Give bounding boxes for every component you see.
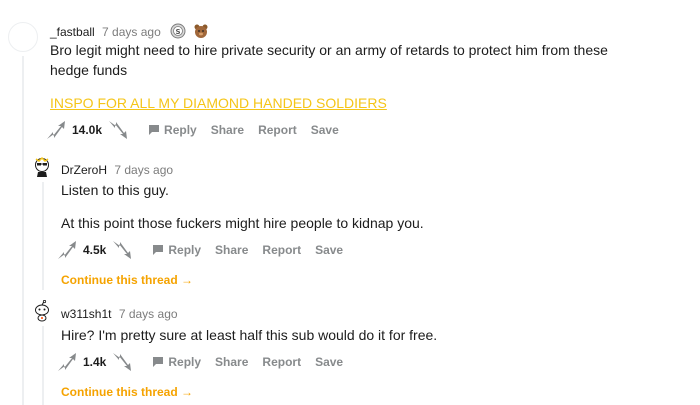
share-label: Share — [210, 123, 245, 137]
save-button[interactable]: Save — [315, 243, 343, 257]
avatar[interactable] — [32, 156, 52, 178]
continue-thread-label: Continue this thread — [61, 385, 178, 399]
reply-button[interactable]: Reply — [152, 243, 201, 257]
comment-body: Bro legit might need to hire private sec… — [50, 42, 608, 58]
timestamp[interactable]: 7 days ago — [102, 25, 161, 39]
downvote-button[interactable] — [110, 350, 134, 374]
reply-button[interactable]: Reply — [148, 123, 197, 137]
username[interactable]: w311sh1t — [61, 307, 111, 321]
upvote-button[interactable] — [55, 238, 79, 262]
save-button[interactable]: Save — [311, 123, 339, 137]
share-button[interactable]: Share — [211, 123, 244, 137]
save-label: Save — [310, 123, 339, 137]
reply-label: Reply — [168, 355, 202, 369]
share-label: Share — [215, 355, 249, 369]
comment-body: Hire? I'm pretty sure at least half this… — [61, 327, 438, 343]
comment-actions: 14.0k Reply Share Report Save — [44, 118, 339, 142]
downvote-button[interactable] — [106, 118, 130, 142]
vote-score: 4.5k — [83, 243, 107, 257]
save-label: Save — [315, 355, 344, 369]
share-button[interactable]: Share — [215, 243, 248, 257]
comment-body-continued: At this point those fuckers might hire p… — [61, 215, 424, 231]
save-button[interactable]: Save — [315, 355, 343, 369]
report-label: Report — [262, 355, 302, 369]
comment-meta: DrZeroH 7 days ago — [61, 162, 173, 178]
comment-actions: 4.5k Reply Share Report Save — [55, 238, 343, 262]
downvote-icon — [113, 241, 132, 259]
timestamp[interactable]: 7 days ago — [119, 307, 178, 321]
comment-icon — [153, 357, 164, 367]
reply-label: Reply — [168, 243, 202, 257]
reply-label: Reply — [164, 123, 197, 137]
arrow-right-icon: → — [181, 273, 194, 287]
upvote-button[interactable] — [44, 118, 68, 142]
timestamp[interactable]: 7 days ago — [114, 163, 173, 177]
continue-thread-label: Continue this thread — [61, 273, 178, 287]
save-label: Save — [315, 243, 344, 257]
continue-thread-link[interactable]: Continue this thread → — [61, 273, 193, 287]
username[interactable]: DrZeroH — [61, 163, 107, 177]
downvote-icon — [113, 353, 132, 371]
username[interactable]: _fastball — [50, 25, 95, 39]
downvote-button[interactable] — [110, 238, 134, 262]
share-label: Share — [215, 243, 249, 257]
arrow-right-icon: → — [181, 385, 194, 399]
avatar[interactable] — [8, 22, 38, 52]
report-button[interactable]: Report — [258, 123, 297, 137]
comment-meta: w311sh1t 7 days ago — [61, 306, 178, 322]
thread-line[interactable] — [42, 326, 44, 405]
vote-score: 1.4k — [83, 355, 107, 369]
upvote-icon — [58, 241, 76, 259]
report-label: Report — [258, 123, 297, 137]
comment-icon — [149, 125, 160, 135]
comment-body: Listen to this guy. — [61, 182, 169, 198]
upvote-button[interactable] — [55, 350, 79, 374]
upvote-icon — [58, 353, 76, 371]
svg-text:S: S — [176, 28, 181, 36]
avatar[interactable] — [32, 299, 52, 322]
reply-button[interactable]: Reply — [152, 355, 201, 369]
comment-icon — [153, 245, 164, 255]
vote-score: 14.0k — [72, 123, 103, 137]
upvote-icon — [47, 121, 65, 139]
downvote-icon — [109, 121, 128, 139]
share-button[interactable]: Share — [215, 355, 248, 369]
comment-actions: 1.4k Reply Share Report Save — [55, 350, 343, 374]
comment-body-continued: hedge funds — [50, 62, 128, 78]
comment-link[interactable]: INSPO FOR ALL MY DIAMOND HANDED SOLDIERS — [50, 93, 387, 113]
thread-line[interactable] — [42, 182, 44, 290]
continue-thread-link[interactable]: Continue this thread → — [61, 385, 193, 399]
report-button[interactable]: Report — [262, 243, 301, 257]
report-button[interactable]: Report — [262, 355, 301, 369]
report-label: Report — [262, 243, 302, 257]
thread-line[interactable] — [22, 56, 24, 405]
